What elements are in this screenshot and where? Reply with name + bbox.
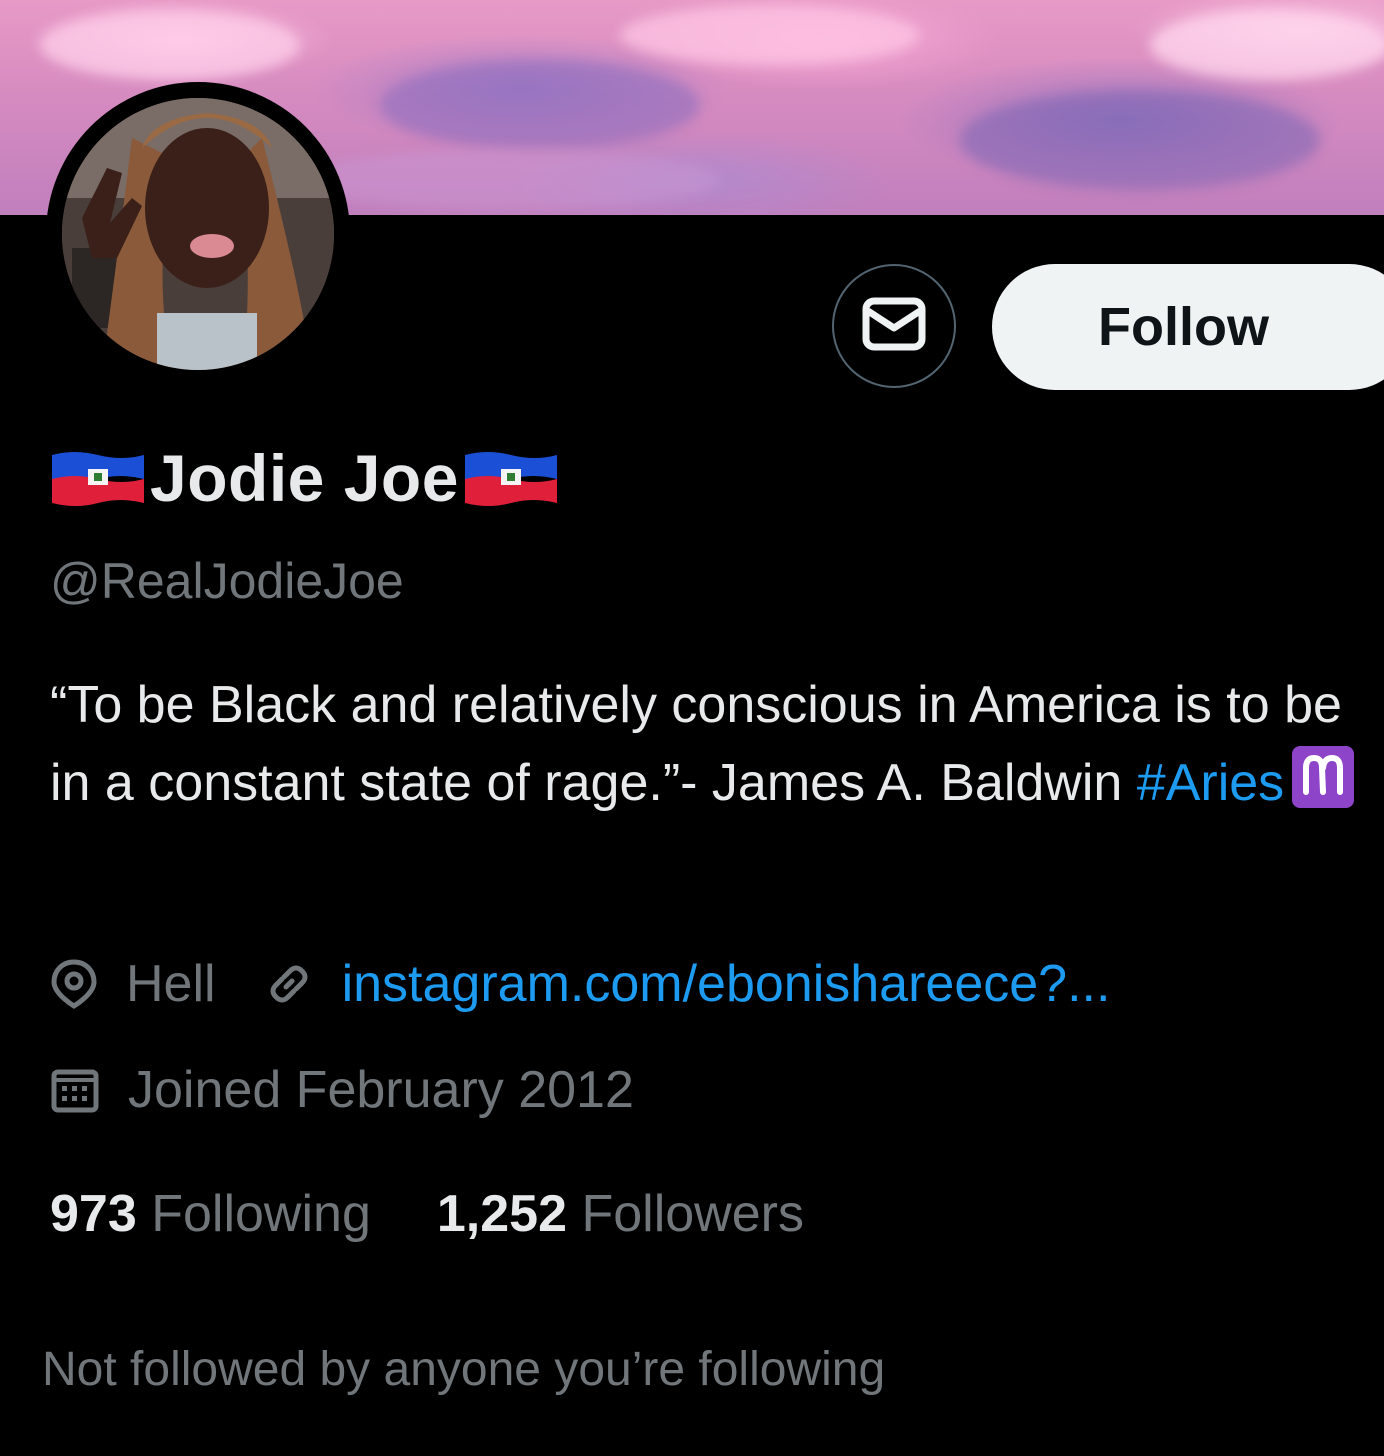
message-button[interactable] bbox=[832, 264, 956, 388]
location-pin-icon bbox=[50, 958, 98, 1010]
follow-button[interactable]: Follow bbox=[992, 264, 1384, 390]
link-icon bbox=[266, 961, 312, 1007]
mail-icon bbox=[862, 297, 926, 355]
display-name: Jodie Joe bbox=[150, 441, 459, 515]
profile-bio: “To be Black and relatively conscious in… bbox=[50, 666, 1380, 822]
following-stat[interactable]: 973 Following bbox=[50, 1184, 371, 1244]
joined-date: Joined February 2012 bbox=[128, 1061, 634, 1119]
followers-count: 1,252 bbox=[436, 1185, 568, 1243]
website-link[interactable]: instagram.com/ebonishareece?... bbox=[342, 954, 1111, 1014]
haiti-flag-icon bbox=[463, 449, 559, 507]
profile-handle: @RealJodieJoe bbox=[50, 553, 404, 609]
profile-meta-location-website: Hell instagram.com/ebonishareece?... bbox=[50, 954, 1110, 1014]
followers-label: Followers bbox=[581, 1185, 804, 1243]
avatar[interactable] bbox=[62, 98, 334, 370]
mutual-followers-note: Not followed by anyone you’re following bbox=[42, 1343, 886, 1396]
followers-stat[interactable]: 1,252 Followers bbox=[437, 1184, 804, 1244]
following-label: Following bbox=[151, 1185, 371, 1243]
aries-icon bbox=[1292, 746, 1355, 808]
profile-meta-joined: Joined February 2012 bbox=[50, 1060, 634, 1120]
haiti-flag-icon bbox=[50, 449, 146, 507]
bio-hashtag-link[interactable]: #Aries bbox=[1137, 754, 1284, 812]
follow-button-label: Follow bbox=[1098, 297, 1269, 357]
location-text: Hell bbox=[126, 955, 216, 1013]
calendar-icon bbox=[50, 1066, 100, 1114]
following-count: 973 bbox=[50, 1185, 137, 1243]
display-name-row: Jodie Joe bbox=[50, 438, 559, 518]
follow-stats: 973 Following 1,252 Followers bbox=[50, 1184, 804, 1244]
